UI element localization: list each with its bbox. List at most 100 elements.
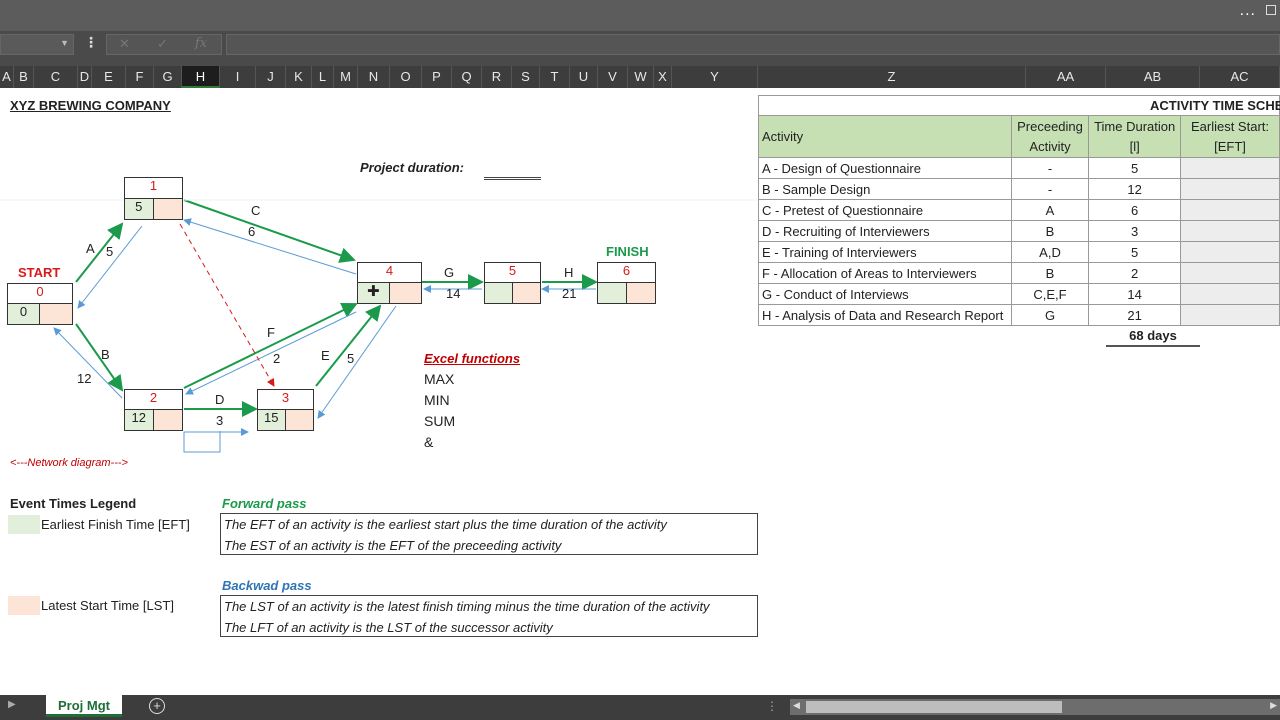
column-header-n[interactable]: N bbox=[358, 66, 390, 88]
activity-cell[interactable]: F - Allocation of Areas to Interviewers bbox=[758, 262, 1012, 284]
formula-bar-grip-icon[interactable]: ⋮ bbox=[84, 34, 98, 51]
duration-cell[interactable]: 5 bbox=[1088, 241, 1181, 263]
tab-split-handle-icon[interactable]: ⋮ bbox=[766, 699, 778, 713]
preceeding-cell[interactable]: C,E,F bbox=[1010, 283, 1090, 305]
activity-cell[interactable]: E - Training of Interviewers bbox=[758, 241, 1012, 263]
preceeding-cell[interactable]: B bbox=[1010, 220, 1090, 242]
scroll-right-icon[interactable]: ▶ bbox=[1270, 700, 1277, 711]
column-header-w[interactable]: W bbox=[628, 66, 654, 88]
column-header-o[interactable]: O bbox=[390, 66, 422, 88]
node-eft[interactable]: 0 bbox=[8, 304, 40, 324]
node-6[interactable]: 6 bbox=[597, 262, 656, 304]
node-4[interactable]: 4 ✚ bbox=[357, 262, 422, 304]
earliest-start-cell[interactable] bbox=[1179, 220, 1280, 242]
column-header-d[interactable]: D bbox=[78, 66, 92, 88]
column-header-y[interactable]: Y bbox=[672, 66, 758, 88]
chevron-down-icon[interactable]: ▼ bbox=[60, 38, 69, 48]
column-header-p[interactable]: P bbox=[422, 66, 452, 88]
column-header-t[interactable]: T bbox=[540, 66, 570, 88]
node-eft[interactable] bbox=[598, 283, 627, 303]
activity-cell[interactable]: D - Recruiting of Interviewers bbox=[758, 220, 1012, 242]
node-lst[interactable] bbox=[512, 283, 540, 303]
name-box[interactable]: ▼ bbox=[0, 34, 74, 55]
tab-proj-mgt[interactable]: Proj Mgt bbox=[46, 695, 122, 717]
earliest-start-cell[interactable] bbox=[1179, 304, 1280, 326]
earliest-start-cell[interactable] bbox=[1179, 262, 1280, 284]
activity-cell[interactable]: G - Conduct of Interviews bbox=[758, 283, 1012, 305]
earliest-start-cell[interactable] bbox=[1179, 283, 1280, 305]
node-eft[interactable]: ✚ bbox=[358, 283, 390, 303]
activity-cell[interactable]: A - Design of Questionnaire bbox=[758, 157, 1012, 179]
preceeding-cell[interactable]: G bbox=[1010, 304, 1090, 326]
column-header-u[interactable]: U bbox=[570, 66, 598, 88]
column-header-v[interactable]: V bbox=[598, 66, 628, 88]
column-header-c[interactable]: C bbox=[34, 66, 78, 88]
column-header-j[interactable]: J bbox=[256, 66, 286, 88]
node-lst[interactable] bbox=[285, 410, 313, 430]
duration-cell[interactable]: 21 bbox=[1088, 304, 1181, 326]
scroll-left-icon[interactable]: ◀ bbox=[793, 700, 800, 711]
column-header-b[interactable]: B bbox=[14, 66, 34, 88]
cancel-icon[interactable]: ✕ bbox=[119, 36, 130, 52]
sheet-nav-left-icon[interactable]: ▶ bbox=[8, 699, 16, 710]
node-lst[interactable] bbox=[153, 410, 182, 430]
formula-input[interactable] bbox=[226, 34, 1280, 55]
preceeding-cell[interactable]: A bbox=[1010, 199, 1090, 221]
node-eft[interactable] bbox=[485, 283, 513, 303]
node-5[interactable]: 5 bbox=[484, 262, 541, 304]
column-header-a[interactable]: A bbox=[0, 66, 14, 88]
edge-c-forward bbox=[183, 199, 356, 263]
scrollbar-thumb[interactable] bbox=[806, 701, 1062, 713]
duration-cell[interactable]: 3 bbox=[1088, 220, 1181, 242]
column-header-m[interactable]: M bbox=[334, 66, 358, 88]
column-header-e[interactable]: E bbox=[92, 66, 126, 88]
node-eft[interactable]: 5 bbox=[125, 198, 154, 219]
preceeding-cell[interactable]: - bbox=[1010, 157, 1090, 179]
restore-ribbon-icon[interactable] bbox=[1266, 5, 1276, 15]
preceeding-cell[interactable]: - bbox=[1010, 178, 1090, 200]
node-lst[interactable] bbox=[40, 304, 72, 324]
column-header-s[interactable]: S bbox=[512, 66, 540, 88]
earliest-start-cell[interactable] bbox=[1179, 178, 1280, 200]
earliest-start-cell[interactable] bbox=[1179, 157, 1280, 179]
duration-cell[interactable]: 2 bbox=[1088, 262, 1181, 284]
column-header-g[interactable]: G bbox=[154, 66, 182, 88]
column-header-f[interactable]: F bbox=[126, 66, 154, 88]
column-header-i[interactable]: I bbox=[220, 66, 256, 88]
duration-cell[interactable]: 5 bbox=[1088, 157, 1181, 179]
column-header-ac[interactable]: AC bbox=[1200, 66, 1280, 88]
node-1[interactable]: 1 5 bbox=[124, 177, 183, 220]
node-lst[interactable] bbox=[389, 283, 421, 303]
more-options-icon[interactable]: ... bbox=[1240, 2, 1256, 20]
insert-function-icon[interactable]: fx bbox=[195, 36, 207, 51]
preceeding-cell[interactable]: A,D bbox=[1010, 241, 1090, 263]
column-header-aa[interactable]: AA bbox=[1026, 66, 1106, 88]
activity-cell[interactable]: C - Pretest of Questionnaire bbox=[758, 199, 1012, 221]
earliest-start-cell[interactable] bbox=[1179, 241, 1280, 263]
enter-icon[interactable]: ✓ bbox=[157, 36, 168, 52]
node-lst[interactable] bbox=[153, 198, 182, 219]
node-lst[interactable] bbox=[626, 283, 655, 303]
column-header-r[interactable]: R bbox=[482, 66, 512, 88]
node-eft[interactable]: 15 bbox=[258, 410, 286, 430]
earliest-start-cell[interactable] bbox=[1179, 199, 1280, 221]
column-header-h[interactable]: H bbox=[182, 66, 220, 88]
node-eft[interactable]: 12 bbox=[125, 410, 154, 430]
column-header-l[interactable]: L bbox=[312, 66, 334, 88]
node-0[interactable]: 0 0 bbox=[7, 283, 73, 325]
column-header-ab[interactable]: AB bbox=[1106, 66, 1200, 88]
duration-cell[interactable]: 14 bbox=[1088, 283, 1181, 305]
duration-cell[interactable]: 12 bbox=[1088, 178, 1181, 200]
column-header-q[interactable]: Q bbox=[452, 66, 482, 88]
add-sheet-button[interactable]: + bbox=[149, 698, 165, 714]
column-header-k[interactable]: K bbox=[286, 66, 312, 88]
horizontal-scrollbar[interactable]: ◀ ▶ bbox=[790, 699, 1280, 715]
node-2[interactable]: 2 12 bbox=[124, 389, 183, 431]
duration-cell[interactable]: 6 bbox=[1088, 199, 1181, 221]
activity-cell[interactable]: H - Analysis of Data and Research Report bbox=[758, 304, 1012, 326]
column-header-z[interactable]: Z bbox=[758, 66, 1026, 88]
node-3[interactable]: 3 15 bbox=[257, 389, 314, 431]
preceeding-cell[interactable]: B bbox=[1010, 262, 1090, 284]
column-header-x[interactable]: X bbox=[654, 66, 672, 88]
activity-cell[interactable]: B - Sample Design bbox=[758, 178, 1012, 200]
